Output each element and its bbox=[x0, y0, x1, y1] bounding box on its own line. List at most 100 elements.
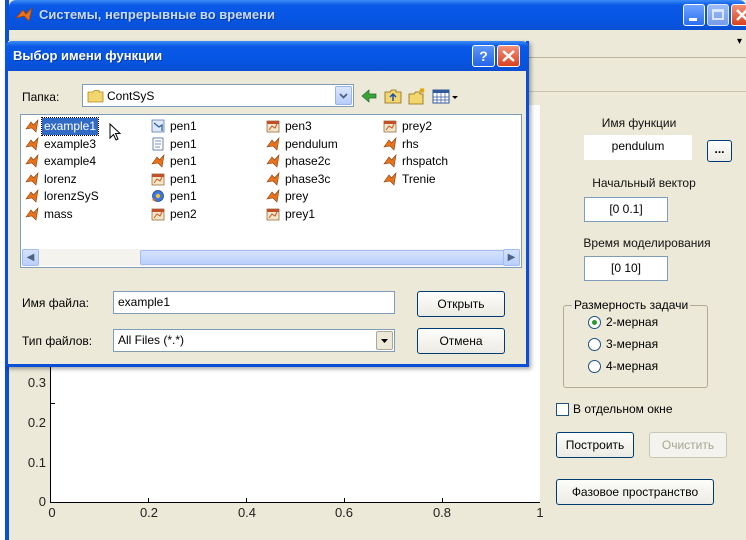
clear-button[interactable]: Очистить bbox=[649, 432, 727, 458]
y-tick-label: 0.2 bbox=[27, 415, 46, 430]
main-window-title: Системы, непрерывные во времени bbox=[39, 7, 275, 22]
file-item-label: rhspatch bbox=[402, 154, 449, 168]
file-item-label: phase2c bbox=[285, 154, 331, 168]
radio-selected-dot bbox=[592, 320, 597, 325]
folder-select[interactable]: ContSyS bbox=[82, 84, 354, 107]
filename-input[interactable]: example1 bbox=[113, 291, 395, 314]
scroll-right-button[interactable]: ▶ bbox=[503, 249, 520, 266]
y-tick bbox=[51, 403, 55, 404]
maximize-icon bbox=[712, 9, 724, 20]
file-item-label: mass bbox=[44, 206, 73, 221]
dialog-titlebar[interactable]: Выбор имени функции ? bbox=[5, 41, 529, 71]
file-item-label: pendulum bbox=[285, 136, 338, 151]
phase-space-button[interactable]: Фазовое пространство bbox=[556, 479, 714, 505]
figure-icon bbox=[151, 208, 165, 220]
x-tick-label: 0.8 bbox=[432, 505, 452, 520]
help-button[interactable]: ? bbox=[472, 45, 495, 67]
file-item-label: pen1 bbox=[170, 136, 197, 151]
scroll-thumb[interactable] bbox=[140, 250, 506, 265]
file-item-label: pen1 bbox=[170, 171, 197, 186]
chevron-down-icon[interactable] bbox=[376, 331, 393, 350]
open-button[interactable]: Открыть bbox=[417, 291, 505, 317]
sim-time-field[interactable]: [0 10] bbox=[584, 256, 668, 281]
x-tick bbox=[148, 498, 149, 502]
figure-icon bbox=[151, 173, 165, 185]
radio-4d[interactable] bbox=[588, 360, 601, 373]
radio-2d-label: 2-мерная bbox=[606, 315, 659, 329]
separate-window-checkbox[interactable] bbox=[556, 403, 569, 416]
mouse-cursor-icon bbox=[109, 123, 122, 141]
dimension-group-legend: Размерность задачи bbox=[572, 298, 691, 312]
folder-value: ContSyS bbox=[107, 89, 155, 103]
file-item-label: example3 bbox=[44, 136, 97, 151]
file-item-label: pen1 bbox=[170, 189, 197, 203]
matlab-icon bbox=[266, 154, 280, 168]
initial-vector-label: Начальный вектор bbox=[592, 176, 696, 190]
matlab-icon bbox=[266, 136, 280, 151]
file-item-label: pen1 bbox=[170, 154, 197, 168]
x-tick-label: 0.4 bbox=[237, 505, 257, 520]
back-arrow-icon[interactable] bbox=[359, 86, 379, 106]
file-item-label: pen1 bbox=[170, 119, 197, 133]
cancel-button[interactable]: Отмена bbox=[417, 328, 505, 354]
function-name-label: Имя функции bbox=[601, 116, 677, 130]
filetype-label: Тип файлов: bbox=[22, 334, 93, 348]
figure-icon bbox=[266, 208, 280, 220]
browse-button[interactable]: ... bbox=[707, 140, 732, 162]
folder-label: Папка: bbox=[22, 90, 60, 104]
file-list[interactable]: example1 example3 example4 lorenz lorenzSyS m… bbox=[20, 114, 522, 268]
file-item-label: lorenz bbox=[44, 171, 77, 186]
filename-label: Имя файла: bbox=[22, 296, 89, 310]
matlab-icon bbox=[25, 119, 39, 133]
minimize-button[interactable] bbox=[683, 4, 705, 26]
file-item-label: prey1 bbox=[285, 206, 316, 221]
matlab-icon bbox=[151, 154, 165, 168]
matlab-icon bbox=[25, 189, 39, 203]
matlab-logo-icon bbox=[15, 6, 33, 22]
matlab-icon bbox=[383, 136, 397, 151]
close-button[interactable] bbox=[731, 4, 746, 26]
x-tick-label: 0 bbox=[48, 505, 56, 520]
matlab-icon bbox=[25, 206, 39, 221]
matlab-icon bbox=[25, 171, 39, 186]
dialog-title: Выбор имени функции bbox=[13, 48, 163, 63]
matlab-icon bbox=[25, 136, 39, 151]
file-item-label: prey bbox=[285, 189, 309, 203]
horizontal-scrollbar[interactable]: ◀ ▶ bbox=[22, 249, 520, 266]
function-name-field[interactable]: pendulum bbox=[584, 135, 692, 160]
initial-vector-field[interactable]: [0 0.1] bbox=[584, 197, 668, 222]
x-tick bbox=[442, 498, 443, 502]
maximize-button[interactable] bbox=[707, 4, 729, 26]
main-titlebar[interactable]: Системы, непрерывные во времени bbox=[9, 0, 746, 30]
separate-window-label: В отдельном окне bbox=[573, 402, 673, 416]
radio-3d[interactable] bbox=[588, 338, 601, 351]
matlab-icon bbox=[25, 154, 39, 168]
x-tick bbox=[344, 498, 345, 502]
x-tick-label: 0.2 bbox=[139, 505, 159, 520]
file-item-label: prey2 bbox=[402, 119, 433, 133]
minimize-icon bbox=[689, 18, 697, 21]
sim-time-label: Время моделирования bbox=[583, 236, 711, 250]
figure-icon bbox=[383, 120, 397, 133]
x-tick-label: 0.6 bbox=[334, 505, 354, 520]
function-picker-dialog: Выбор имени функции ? Папка: ContSyS exa… bbox=[5, 41, 529, 367]
matlab-icon bbox=[266, 189, 280, 203]
menu-overflow-icon[interactable]: ▾ bbox=[737, 36, 742, 47]
matlab-icon bbox=[266, 171, 280, 186]
build-button[interactable]: Построить bbox=[556, 432, 634, 458]
scroll-left-button[interactable]: ◀ bbox=[22, 249, 39, 266]
up-folder-icon[interactable] bbox=[383, 86, 403, 106]
file-item-label: example4 bbox=[44, 154, 97, 168]
radio-3d-label: 3-мерная bbox=[606, 337, 659, 351]
shortcut-icon bbox=[151, 119, 165, 133]
file-item-label: Trenie bbox=[402, 171, 436, 186]
chevron-down-icon[interactable] bbox=[335, 86, 352, 105]
close-icon bbox=[502, 50, 515, 62]
help-icon: ? bbox=[479, 48, 488, 64]
view-menu-icon[interactable] bbox=[431, 86, 459, 106]
dialog-close-button[interactable] bbox=[497, 45, 520, 67]
filetype-select[interactable]: All Files (*.*) bbox=[113, 329, 395, 352]
file-item-label: pen2 bbox=[170, 206, 197, 221]
new-folder-icon[interactable] bbox=[407, 86, 427, 106]
radio-2d[interactable] bbox=[588, 316, 601, 329]
